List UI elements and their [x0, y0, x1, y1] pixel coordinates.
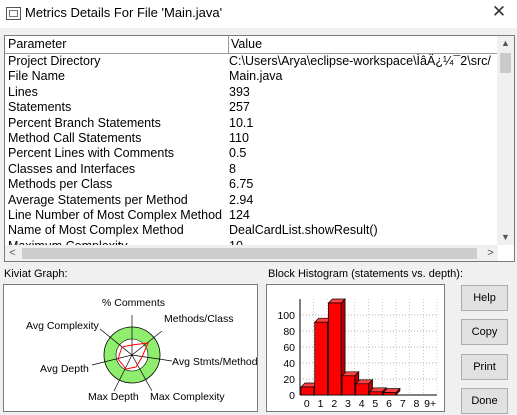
table-row[interactable]: Statements 257 [5, 100, 498, 116]
done-button[interactable]: Done [461, 388, 508, 414]
value-cell: 124 [229, 208, 250, 222]
print-button[interactable]: Print [461, 354, 508, 380]
value-cell: C:\Users\Arya\eclipse-workspace\ÌâÄ¿¼¯2\… [229, 54, 491, 68]
kiviat-graph: % Comments Methods/Class Avg Complexity … [3, 284, 258, 412]
metrics-table[interactable]: Parameter Value Project Directory C:\User… [4, 35, 515, 262]
histogram-bar [355, 383, 369, 396]
block-histogram: 0 20 40 60 80 100 0 1 2 3 4 5 6 7 8 9+ [266, 284, 445, 412]
value-cell: 257 [229, 100, 250, 115]
parameter-cell: Method Call Statements [8, 131, 142, 145]
histogram-bar [369, 391, 383, 396]
table-row[interactable]: Methods per Class 6.75 [5, 177, 498, 193]
histogram-x-tick: 7 [400, 398, 406, 410]
parameter-cell: Lines [8, 84, 38, 99]
table-row[interactable]: Percent Branch Statements 10.1 [5, 116, 498, 132]
parameter-cell: Percent Branch Statements [8, 115, 161, 130]
table-row[interactable]: Method Call Statements 110 [5, 131, 498, 147]
value-cell: 10.1 [229, 115, 254, 130]
parameter-cell: Line Number of Most Complex Method [8, 208, 222, 222]
histogram-x-tick: 5 [372, 398, 378, 410]
parameter-cell: File Name [8, 69, 65, 84]
kiviat-axis-avg-complexity: Avg Complexity [26, 320, 99, 332]
histogram-bar [300, 386, 315, 396]
table-row[interactable]: File Name Main.java [5, 69, 498, 85]
value-cell: 6.75 [229, 177, 254, 192]
histogram-y-tick: 20 [283, 374, 295, 386]
column-divider[interactable] [228, 36, 229, 53]
copy-button[interactable]: Copy [461, 319, 508, 345]
histogram-x-tick: 0 [304, 398, 310, 410]
histogram-x-tick: 8 [414, 398, 420, 410]
kiviat-axis-methods-class: Methods/Class [164, 313, 234, 325]
kiviat-axis-max-depth: Max Depth [88, 391, 139, 403]
table-row[interactable]: Line Number of Most Complex Method 124 [5, 208, 498, 224]
value-cell: 393 [229, 84, 250, 99]
table-row[interactable]: Name of Most Complex Method DealCardList.… [5, 223, 498, 239]
parameter-cell: Average Statements per Method [8, 192, 188, 207]
table-row[interactable]: Lines 393 [5, 85, 498, 101]
horizontal-scroll-thumb[interactable] [22, 248, 477, 259]
parameter-cell: Statements [8, 100, 72, 115]
histogram-y-tick: 40 [283, 358, 295, 370]
histogram-bar [341, 375, 356, 396]
table-row[interactable]: Average Statements per Method 2.94 [5, 193, 498, 209]
table-row[interactable]: Classes and Interfaces 8 [5, 162, 498, 178]
parameter-cell: Classes and Interfaces [8, 161, 136, 176]
histogram-svg: 0204060801000 1 2 3 4 5 6 7 8 9+ [277, 298, 438, 410]
close-icon[interactable]: ✕ [489, 2, 509, 22]
histogram-x-tick: 1 [318, 398, 324, 410]
histogram-x-tick: 6 [386, 398, 392, 410]
scroll-right-icon[interactable]: > [483, 245, 498, 261]
histogram-label: Block Histogram (statements vs. depth): [268, 268, 464, 280]
value-cell: 110 [229, 131, 249, 145]
header-value[interactable]: Value [231, 37, 262, 51]
histogram-x-tick: 9+ [424, 398, 436, 410]
scroll-left-icon[interactable]: < [5, 245, 20, 261]
vertical-scrollbar[interactable]: ▲ ▼ [497, 36, 514, 245]
vertical-scroll-thumb[interactable] [500, 53, 511, 73]
histogram-y-tick: 80 [283, 326, 295, 338]
parameter-cell: Name of Most Complex Method [8, 223, 184, 238]
scroll-up-icon[interactable]: ▲ [497, 36, 514, 51]
scroll-down-icon[interactable]: ▼ [497, 230, 514, 245]
kiviat-axis-comments: % Comments [102, 297, 166, 309]
value-cell: 8 [229, 161, 236, 176]
parameter-cell: Project Directory [8, 54, 101, 68]
kiviat-axis-max-complexity: Max Complexity [150, 391, 225, 403]
parameter-cell: Percent Lines with Comments [8, 146, 175, 161]
value-cell: DealCardList.showResult() [229, 223, 378, 238]
table-header: Parameter Value [5, 36, 498, 54]
histogram-x-tick: 4 [359, 398, 365, 410]
header-parameter[interactable]: Parameter [8, 37, 66, 51]
histogram-x-tick: 3 [345, 398, 351, 410]
kiviat-label: Kiviat Graph: [4, 268, 68, 280]
histogram-y-tick: 0 [289, 390, 295, 402]
histogram-bar [328, 302, 342, 396]
help-button[interactable]: Help [461, 285, 508, 311]
histogram-bar [314, 321, 328, 396]
table-row[interactable]: Project Directory C:\Users\Arya\eclipse-w… [5, 54, 498, 70]
title-bar: Metrics Details For File 'Main.java' ✕ [0, 0, 517, 28]
kiviat-axis-avg-depth: Avg Depth [40, 363, 89, 375]
histogram-bar [382, 392, 397, 396]
value-cell: 0.5 [229, 146, 247, 161]
parameter-cell: Methods per Class [8, 177, 113, 192]
value-cell: 2.94 [229, 192, 254, 207]
histogram-y-tick: 100 [277, 310, 295, 322]
kiviat-axis-avg-stmts: Avg Stmts/Method [172, 356, 258, 368]
window-icon [6, 7, 21, 20]
histogram-x-tick: 2 [331, 398, 337, 410]
value-cell: Main.java [229, 69, 283, 84]
histogram-y-tick: 60 [283, 342, 295, 354]
table-row[interactable]: Percent Lines with Comments 0.5 [5, 146, 498, 162]
horizontal-scrollbar[interactable]: < > [5, 245, 498, 261]
window-title: Metrics Details For File 'Main.java' [25, 5, 223, 20]
